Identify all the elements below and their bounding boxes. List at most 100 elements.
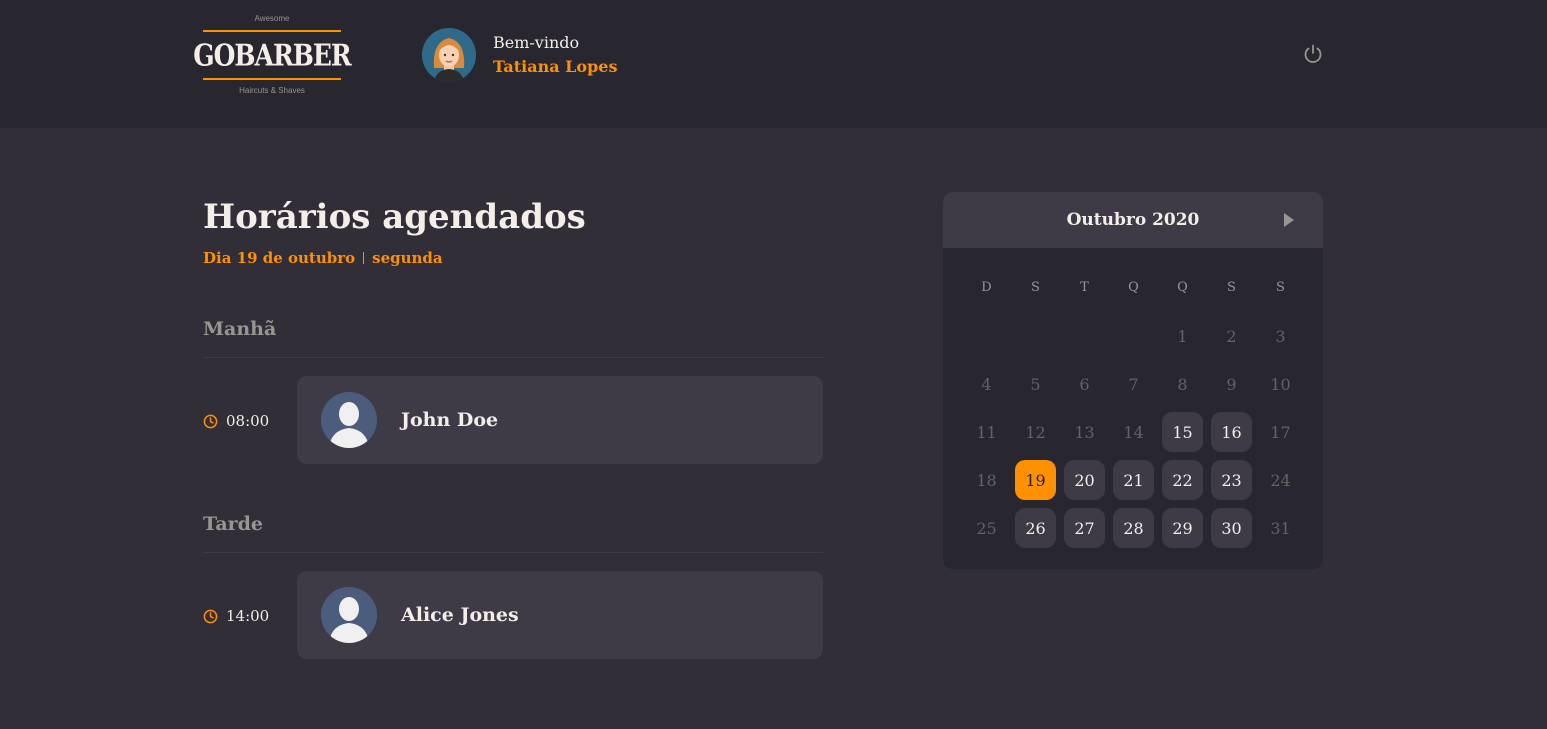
calendar-day-26[interactable]: 26 (1011, 504, 1060, 552)
calendar-day-number: 9 (1226, 374, 1237, 394)
clock-icon (203, 414, 218, 428)
calendar-day-3: 3 (1256, 312, 1305, 360)
calendar-day-21[interactable]: 21 (1109, 456, 1158, 504)
weekday-label: T (1080, 280, 1089, 295)
calendar-day-number: 2 (1226, 326, 1237, 346)
calendar-day-number: 6 (1079, 374, 1090, 394)
calendar-day-31: 31 (1256, 504, 1305, 552)
gobarber-logo: Awesome GOBARBER Haircuts & Shaves (193, 12, 351, 100)
calendar-day-number: 7 (1128, 374, 1139, 394)
calendar-day-12: 12 (1011, 408, 1060, 456)
calendar-day-number (966, 316, 1007, 356)
calendar-day-18: 18 (962, 456, 1011, 504)
appointment-item: 14:00 Alice Jones (203, 571, 823, 659)
logo-tagline-bottom: Haircuts & Shaves (239, 86, 305, 95)
calendar-widget: Outubro 2020 DSTQQSS 1 2 3 4 5 6 7 8 9 10 11 12 13 14… (943, 192, 1323, 569)
client-avatar (321, 587, 377, 643)
calendar-header: Outubro 2020 (943, 192, 1323, 248)
calendar-day-number: 8 (1177, 374, 1188, 394)
calendar-day-30[interactable]: 30 (1207, 504, 1256, 552)
calendar-day-number (1113, 316, 1154, 356)
calendar-day-20[interactable]: 20 (1060, 456, 1109, 504)
calendar-day-24: 24 (1256, 456, 1305, 504)
calendar-week-row: 25 26 27 28 29 30 31 (962, 504, 1305, 552)
user-avatar[interactable] (422, 28, 476, 82)
calendar-day-number: 13 (1074, 422, 1095, 442)
calendar-day-number: 12 (1025, 422, 1046, 442)
user-profile[interactable]: Bem-vindo Tatiana Lopes (422, 28, 617, 82)
user-name-link[interactable]: Tatiana Lopes (493, 55, 617, 79)
calendar-day-5: 5 (1011, 360, 1060, 408)
selected-date-info: Dia 19 de outubro segunda (203, 246, 823, 270)
calendar-day-number (1064, 316, 1105, 356)
calendar-week-row: 18 19 20 21 22 23 24 (962, 456, 1305, 504)
calendar-day-number: 28 (1113, 508, 1154, 548)
calendar-day-number: 30 (1211, 508, 1252, 548)
calendar-day-number: 4 (981, 374, 992, 394)
calendar-day-13: 13 (1060, 408, 1109, 456)
calendar-day-28[interactable]: 28 (1109, 504, 1158, 552)
appointment-time: 08:00 (203, 412, 269, 430)
calendar-day-2: 2 (1207, 312, 1256, 360)
calendar-day-number: 15 (1162, 412, 1203, 452)
weekday-label: S (1276, 280, 1285, 295)
appointment-item: 08:00 John Doe (203, 376, 823, 464)
calendar-day-22[interactable]: 22 (1158, 456, 1207, 504)
calendar-day-27[interactable]: 27 (1060, 504, 1109, 552)
logo-brand: GOBARBER (193, 37, 351, 73)
calendar-day-number: 14 (1123, 422, 1144, 442)
weekday-label: S (1031, 280, 1040, 295)
calendar-day-number: 20 (1064, 460, 1105, 500)
calendar-day-number: 11 (976, 422, 997, 442)
calendar-day-number: 27 (1064, 508, 1105, 548)
calendar-day-19[interactable]: 19 (1011, 456, 1060, 504)
appointment-card[interactable]: Alice Jones (297, 571, 823, 659)
client-name: John Doe (401, 409, 499, 431)
calendar-day-number: 16 (1211, 412, 1252, 452)
calendar-day-17: 17 (1256, 408, 1305, 456)
appointment-time-text: 14:00 (226, 607, 270, 625)
calendar-day-1: 1 (1158, 312, 1207, 360)
calendar-day-number: 10 (1270, 374, 1291, 394)
appointment-time: 14:00 (203, 607, 269, 625)
calendar-week-row: 11 12 13 14 15 16 17 (962, 408, 1305, 456)
page-title: Horários agendados (203, 197, 586, 237)
calendar-day-15[interactable]: 15 (1158, 408, 1207, 456)
logo-tagline-top: Awesome (254, 14, 290, 23)
calendar-day-number: 5 (1030, 374, 1041, 394)
appointment-card[interactable]: John Doe (297, 376, 823, 464)
calendar-day-number: 31 (1270, 518, 1291, 538)
calendar-day-number: 25 (976, 518, 997, 538)
calendar-month-label: Outubro 2020 (1066, 210, 1200, 230)
calendar-day-14: 14 (1109, 408, 1158, 456)
power-icon[interactable] (1302, 43, 1324, 65)
client-avatar (321, 392, 377, 448)
morning-section: Manhã (203, 314, 823, 358)
app-header: Awesome GOBARBER Haircuts & Shaves Bem-v… (0, 0, 1547, 128)
next-month-icon[interactable] (1282, 212, 1296, 228)
calendar-week-row: 1 2 3 (962, 312, 1305, 360)
calendar-day-29[interactable]: 29 (1158, 504, 1207, 552)
calendar-day-number: 24 (1270, 470, 1291, 490)
selected-weekday: segunda (372, 249, 443, 267)
calendar-day-number: 3 (1275, 326, 1286, 346)
calendar-day-8: 8 (1158, 360, 1207, 408)
calendar-day-16[interactable]: 16 (1207, 408, 1256, 456)
calendar-day-23[interactable]: 23 (1207, 456, 1256, 504)
weekday-row: DSTQQSS (962, 264, 1305, 312)
morning-section-title: Manhã (203, 314, 823, 358)
calendar-day-number (1015, 316, 1056, 356)
clock-icon (203, 609, 218, 623)
calendar-day-6: 6 (1060, 360, 1109, 408)
calendar-day-number: 29 (1162, 508, 1203, 548)
calendar-day-number: 23 (1211, 460, 1252, 500)
calendar-day-25: 25 (962, 504, 1011, 552)
date-separator (363, 252, 365, 264)
calendar-day-number: 19 (1015, 460, 1056, 500)
schedule-panel: Horários agendados Dia 19 de outubro seg… (203, 192, 823, 659)
client-name: Alice Jones (401, 604, 519, 626)
weekday-label: D (981, 280, 992, 295)
calendar-day-number: 17 (1270, 422, 1291, 442)
calendar-day-7: 7 (1109, 360, 1158, 408)
calendar-week-row: 4 5 6 7 8 9 10 (962, 360, 1305, 408)
